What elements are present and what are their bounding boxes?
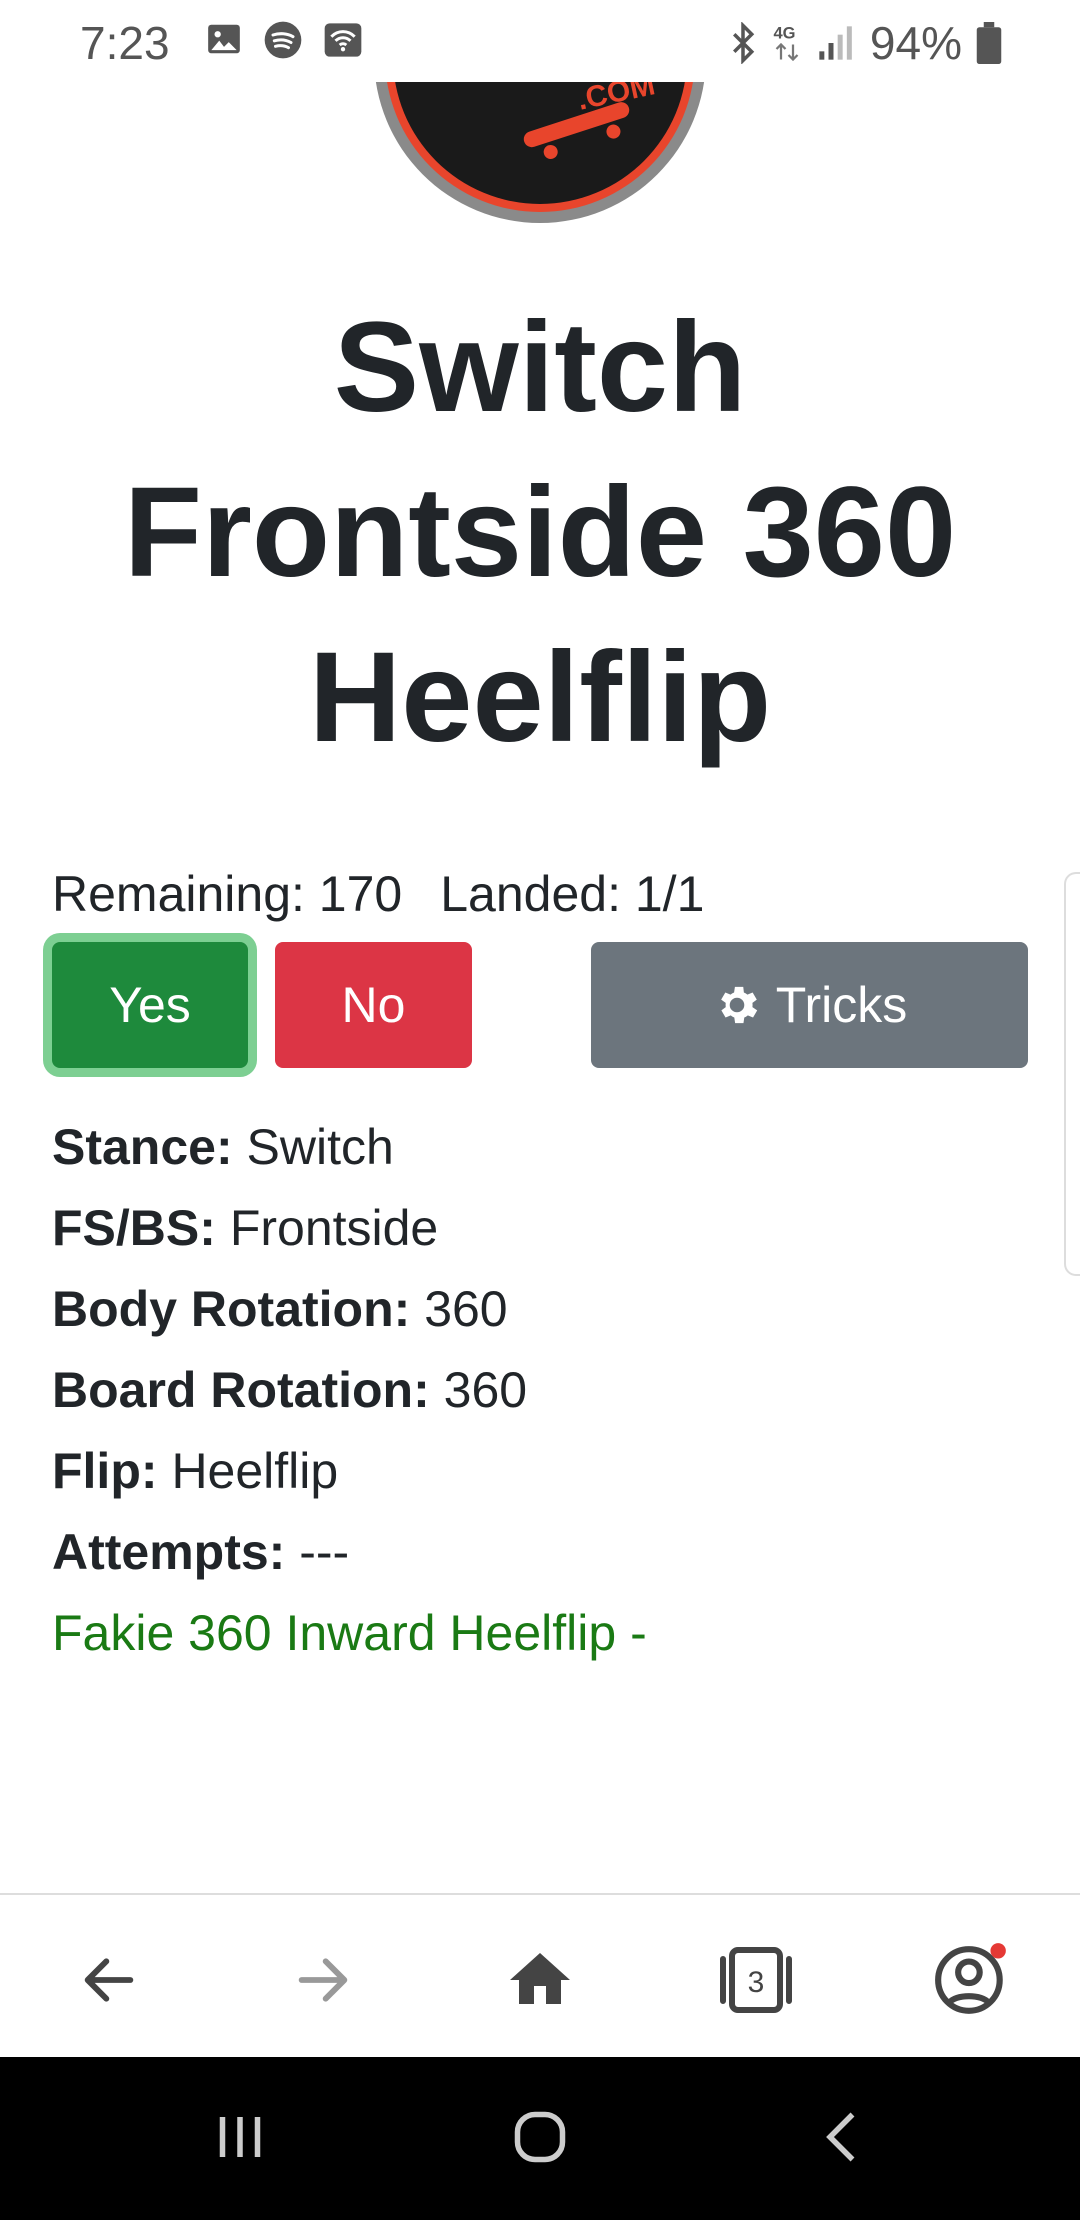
no-button[interactable]: No — [275, 942, 472, 1068]
detail-row-flip: Flip: Heelflip — [52, 1431, 647, 1512]
network-type-icon: 4G — [773, 25, 799, 62]
trick-title: Switch Frontside 360 Heelflip — [123, 296, 957, 769]
tricks-button-label: Tricks — [775, 977, 908, 1033]
tab-count: 3 — [748, 1966, 765, 1999]
related-trick-link[interactable]: Fakie 360 Inward Heelflip - — [52, 1593, 647, 1674]
bluetooth-icon — [732, 22, 755, 64]
home-button-icon[interactable] — [510, 2107, 570, 2172]
wifi-calling-icon — [324, 23, 362, 57]
status-bar: 7:23 4G 94% — [0, 0, 1080, 82]
svg-text:4G: 4G — [773, 25, 795, 43]
home-icon[interactable] — [495, 1935, 585, 2025]
trick-details: Stance: Switch FS/BS: Frontside Body Rot… — [52, 1107, 647, 1674]
landed-count: Landed: 1/1 — [440, 866, 705, 922]
detail-value: Switch — [246, 1119, 394, 1175]
back-arrow-icon[interactable] — [64, 1935, 154, 2025]
yes-button[interactable]: Yes — [52, 942, 248, 1068]
detail-label: Flip: — [52, 1443, 158, 1499]
detail-value: 360 — [443, 1362, 528, 1418]
detail-row-fsbs: FS/BS: Frontside — [52, 1188, 647, 1269]
system-status-icons: 4G 94% — [728, 16, 1002, 70]
detail-label: Attempts: — [52, 1524, 286, 1580]
detail-value: Frontside — [229, 1200, 439, 1256]
recent-apps-icon[interactable] — [210, 2107, 270, 2172]
gear-icon — [720, 986, 757, 1024]
browser-nav-bar: 3 — [0, 1893, 1080, 2059]
detail-value: --- — [299, 1524, 350, 1580]
detail-value: 360 — [424, 1281, 508, 1337]
detail-row-attempts: Attempts: --- — [52, 1512, 647, 1593]
system-nav-bar — [0, 2057, 1080, 2220]
notification-icons — [205, 20, 363, 60]
status-time: 7:23 — [80, 17, 170, 69]
detail-label: Body Rotation: — [52, 1281, 411, 1337]
account-icon[interactable] — [927, 1935, 1017, 2025]
spotify-icon — [264, 21, 302, 59]
detail-value: Heelflip — [171, 1443, 339, 1499]
battery-percentage: 94% — [869, 17, 962, 69]
tabs-icon[interactable]: 3 — [711, 1935, 801, 2025]
detail-label: Board Rotation: — [52, 1362, 430, 1418]
signal-icon — [819, 26, 852, 60]
detail-label: Stance: — [52, 1119, 233, 1175]
detail-label: FS/BS: — [52, 1200, 216, 1256]
image-icon — [208, 24, 240, 54]
side-panel-handle[interactable] — [1064, 872, 1080, 1276]
battery-icon — [976, 22, 1002, 64]
forward-arrow-icon[interactable] — [278, 1935, 368, 2025]
detail-row-body-rotation: Body Rotation: 360 — [52, 1269, 647, 1350]
detail-row-board-rotation: Board Rotation: 360 — [52, 1350, 647, 1431]
back-button-icon[interactable] — [815, 2107, 875, 2172]
tricks-button[interactable]: Tricks — [591, 942, 1028, 1068]
trick-stats: Remaining: 170 Landed: 1/1 — [52, 865, 704, 923]
detail-row-stance: Stance: Switch — [52, 1107, 647, 1188]
remaining-count: Remaining: 170 — [52, 866, 403, 922]
